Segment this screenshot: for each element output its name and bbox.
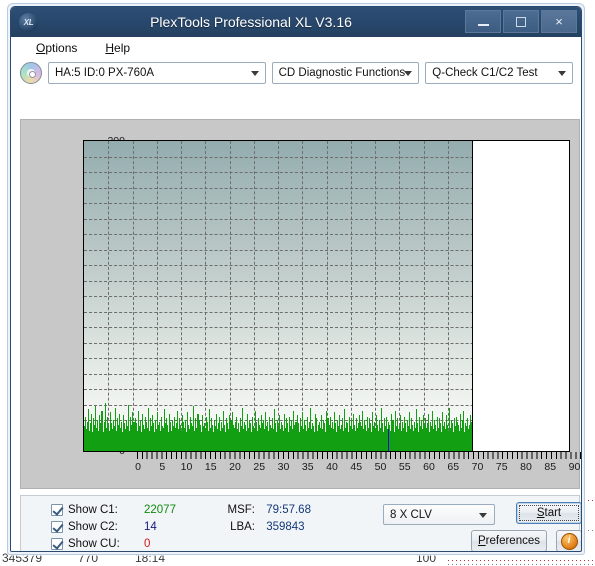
show-c1-checkbox[interactable] (51, 504, 63, 516)
c2-count-value: 14 (144, 521, 157, 533)
cu-count-value: 0 (144, 538, 151, 550)
minimize-icon (477, 23, 489, 26)
x-axis-tick-label: 20 (229, 461, 241, 473)
show-c1-row[interactable]: Show C1: 22077 (51, 504, 176, 516)
x-axis-tick-label: 70 (471, 461, 484, 473)
minimize-button[interactable] (465, 10, 501, 33)
start-button-inner: Start (519, 505, 579, 521)
x-axis-tickbar (137, 452, 581, 459)
lba-row: LBA: 359843 (221, 521, 305, 533)
c2-marker (387, 429, 389, 451)
x-axis-tick-label: 80 (520, 461, 532, 473)
preferences-button-label: Preferences (477, 535, 540, 547)
lba-value: 359843 (266, 521, 305, 533)
test-select-value: Q-Check C1/C2 Test (432, 67, 538, 79)
bg-dotted-line-2 (448, 564, 595, 565)
x-axis-tick-label: 5 (159, 461, 166, 473)
x-axis-tick-label: 40 (326, 461, 338, 473)
x-axis-tick-label: 35 (301, 461, 314, 473)
application-window: XL PlexTools Professional XL V3.16 × Opt… (7, 3, 585, 555)
maximize-icon (516, 16, 526, 27)
chevron-down-icon (404, 71, 413, 76)
x-axis-tick-label: 0 (135, 461, 141, 473)
plot-area-wrapper: 0102030405060708090100110120130140150160… (75, 136, 581, 473)
close-icon: × (555, 14, 563, 29)
show-c1-label: Show C1: (68, 504, 118, 516)
c1-count-value: 22077 (144, 504, 176, 516)
chevron-down-icon (558, 71, 567, 76)
preferences-button[interactable]: Preferences (471, 530, 547, 551)
title-bar[interactable]: XL PlexTools Professional XL V3.16 × (11, 7, 581, 37)
bg-dotted-line-1 (448, 560, 595, 561)
app-logo-icon: XL (19, 13, 38, 32)
start-button-label: Start (536, 507, 562, 519)
lba-label: LBA: (230, 521, 255, 533)
x-axis: 0510152025303540455055606570758085909510… (135, 452, 581, 480)
x-axis-tick-label: 50 (374, 461, 387, 473)
chart-panel: 0102030405060708090100110120130140150160… (20, 119, 581, 489)
x-axis-tick-label: 90 (568, 461, 581, 473)
menu-item-options-label-rest: ptions (45, 41, 78, 55)
x-axis-tick-label: 60 (423, 461, 435, 473)
maximize-button[interactable] (503, 10, 539, 33)
msf-value: 79:57.68 (266, 504, 311, 516)
start-button[interactable]: Start (516, 502, 581, 524)
c1-bar (471, 421, 473, 451)
function-select-value: CD Diagnostic Functions (278, 67, 406, 79)
msf-label: MSF: (227, 504, 255, 516)
plot-area (83, 140, 570, 452)
speed-select[interactable]: 8 X CLV (383, 504, 495, 525)
speed-select-value: 8 X CLV (390, 508, 432, 521)
x-axis-tick-label: 30 (277, 461, 290, 473)
show-cu-label: Show CU: (68, 538, 120, 550)
x-axis-tick-label: 15 (204, 461, 217, 473)
test-select[interactable]: Q-Check C1/C2 Test (425, 62, 574, 84)
c1-error-bars (84, 141, 569, 451)
drive-select-value: HA:5 ID:0 PX-760A (55, 67, 155, 79)
msf-row: MSF: 79:57.68 (221, 504, 311, 516)
window-controls: × (465, 10, 577, 33)
show-c2-row[interactable]: Show C2: 14 (51, 521, 157, 533)
x-axis-tick-label: 10 (180, 461, 193, 473)
chevron-down-icon (479, 512, 487, 518)
show-cu-checkbox[interactable] (51, 538, 63, 550)
toolbar: HA:5 ID:0 PX-760A CD Diagnostic Function… (11, 59, 581, 87)
drive-select[interactable]: HA:5 ID:0 PX-760A (48, 62, 266, 84)
show-c2-checkbox[interactable] (51, 521, 63, 533)
disc-icon (20, 62, 42, 84)
menu-item-help[interactable]: Help (102, 40, 133, 56)
controls-panel: Show C1: 22077 Show C2: 14 Show CU: 0 MS… (20, 495, 581, 551)
window-inner-frame: XL PlexTools Professional XL V3.16 × Opt… (10, 6, 582, 552)
info-icon: i (560, 532, 578, 550)
x-axis-tick-label: 45 (350, 461, 363, 473)
show-c2-label: Show C2: (68, 521, 118, 533)
x-axis-tick-label: 75 (495, 461, 508, 473)
chevron-down-icon (250, 71, 259, 76)
bg-dotted-line-4 (588, 530, 595, 531)
bg-dotted-line-3 (584, 500, 595, 501)
function-select[interactable]: CD Diagnostic Functions (271, 62, 420, 84)
menu-item-options[interactable]: Options (33, 40, 80, 56)
menu-item-help-label-rest: elp (114, 41, 131, 55)
client-area: Options Help HA:5 ID:0 PX-760A CD Diagno… (11, 37, 581, 551)
x-axis-tick-label: 65 (447, 461, 460, 473)
close-button[interactable]: × (541, 10, 577, 33)
x-axis-tick-label: 25 (253, 461, 266, 473)
x-axis-tick-label: 85 (544, 461, 557, 473)
info-button[interactable]: i (556, 530, 581, 551)
show-cu-row[interactable]: Show CU: 0 (51, 538, 150, 550)
menu-bar: Options Help (11, 37, 581, 59)
x-axis-tick-label: 55 (398, 461, 411, 473)
